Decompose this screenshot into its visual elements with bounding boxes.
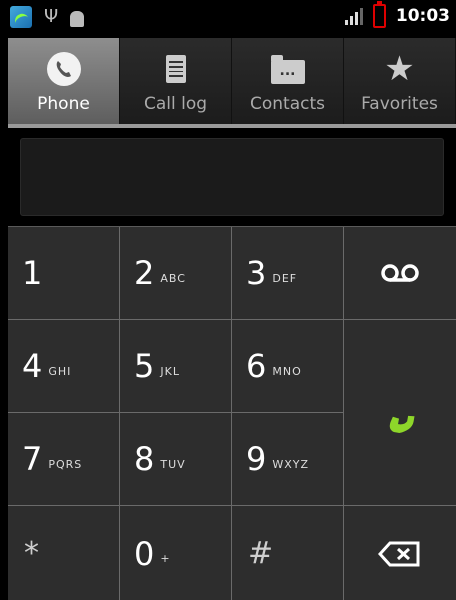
- key-digit: *: [24, 536, 39, 571]
- key-6[interactable]: 6 MNO: [232, 320, 344, 413]
- tab-label: Favorites: [361, 94, 438, 114]
- key-5[interactable]: 5 JKL: [120, 320, 232, 413]
- key-letters: MNO: [272, 364, 302, 378]
- key-digit: 9: [246, 440, 267, 478]
- key-letters: +: [160, 552, 171, 565]
- phone-icon: [46, 52, 81, 86]
- key-digit: #: [248, 536, 274, 571]
- phone-screen: Ψ 10:03 Phone Call log ... Contacts ★ Fa…: [8, 0, 456, 600]
- key-digit: 8: [134, 440, 155, 478]
- tab-label: Call log: [143, 94, 208, 114]
- star-icon: ★: [384, 49, 415, 89]
- call-button[interactable]: [344, 320, 456, 506]
- voicemail-button[interactable]: [344, 227, 456, 320]
- status-time: 10:03: [395, 6, 450, 26]
- tab-phone[interactable]: Phone: [8, 38, 120, 124]
- key-letters: TUV: [160, 457, 186, 471]
- key-9[interactable]: 9 WXYZ: [232, 413, 344, 506]
- key-digit: 6: [246, 347, 267, 385]
- keypad-divider: [343, 227, 344, 600]
- key-letters: JKL: [160, 364, 180, 378]
- call-log-icon: [159, 52, 193, 86]
- delete-button[interactable]: [344, 506, 456, 600]
- key-8[interactable]: 8 TUV: [120, 413, 232, 506]
- key-7[interactable]: 7 PQRS: [8, 413, 120, 506]
- call-icon: [389, 415, 415, 433]
- key-digit: 1: [22, 254, 43, 292]
- key-letters: PQRS: [48, 457, 83, 471]
- key-digit: 2: [134, 254, 155, 292]
- status-bar: Ψ 10:03: [8, 0, 456, 38]
- android-debug-icon[interactable]: [70, 11, 85, 27]
- key-4[interactable]: 4 GHI: [8, 320, 120, 413]
- tab-label: Phone: [37, 94, 90, 114]
- key-digit: 5: [134, 347, 155, 385]
- key-3[interactable]: 3 DEF: [232, 227, 344, 320]
- key-digit: 3: [246, 254, 267, 292]
- dialed-number-field[interactable]: [20, 138, 444, 216]
- app-notification-icon[interactable]: [10, 6, 32, 28]
- tab-call-log[interactable]: Call log: [120, 38, 232, 124]
- key-letters: GHI: [48, 364, 72, 378]
- key-digit: 0: [134, 534, 155, 573]
- tab-favorites[interactable]: ★ Favorites: [344, 38, 456, 124]
- battery-low-icon: [372, 1, 386, 28]
- contacts-folder-icon: [270, 52, 305, 86]
- key-0[interactable]: 0 +: [120, 506, 232, 600]
- key-letters: DEF: [272, 271, 298, 285]
- key-2[interactable]: 2 ABC: [120, 227, 232, 320]
- key-letters: ABC: [160, 271, 186, 285]
- key-hash[interactable]: #: [232, 506, 344, 600]
- signal-icon: [344, 7, 363, 25]
- key-letters: WXYZ: [272, 457, 310, 471]
- key-digit: 4: [22, 347, 43, 385]
- tab-contacts[interactable]: Contacts: [232, 38, 344, 124]
- dial-keypad: 1 2 ABC 3 DEF 4 GHI 5 JKL 6 MNO 7 PQRS 8: [8, 226, 456, 600]
- usb-icon[interactable]: Ψ: [44, 6, 58, 28]
- dialer-tabs: Phone Call log Contacts ★ Favorites: [8, 38, 456, 126]
- key-star[interactable]: *: [8, 506, 120, 600]
- dial-display-area: [8, 128, 456, 226]
- key-1[interactable]: 1: [8, 227, 120, 320]
- tab-label: Contacts: [250, 94, 325, 114]
- key-digit: 7: [22, 440, 43, 478]
- voicemail-icon: [381, 264, 419, 282]
- delete-icon: [378, 541, 420, 566]
